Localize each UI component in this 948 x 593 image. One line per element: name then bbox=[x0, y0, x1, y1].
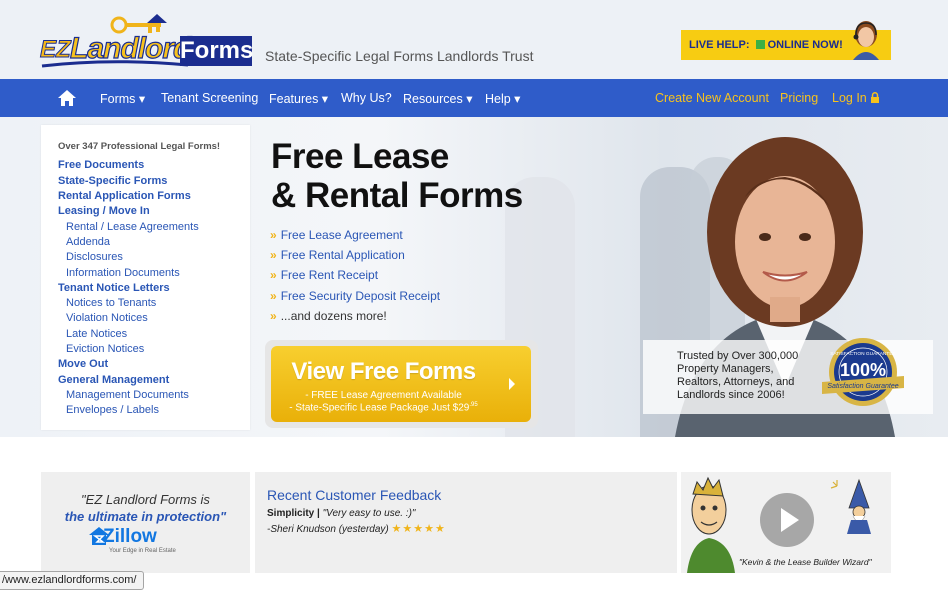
live-help-text: LIVE HELP: ONLINE NOW! bbox=[689, 39, 843, 51]
chevron-right-icon: » bbox=[270, 248, 277, 262]
tagline: State-Specific Legal Forms Landlords Tru… bbox=[265, 48, 534, 64]
trust-line1: Trusted by Over 300,000 bbox=[677, 350, 799, 362]
hero-title-line2: & Rental Forms bbox=[271, 176, 523, 215]
customer-feedback-panel: Recent Customer Feedback Simplicity | "V… bbox=[255, 472, 677, 573]
main-navigation: Forms ▾ Tenant Screening Features ▾ Why … bbox=[0, 79, 948, 117]
sidebar-notices-to-tenants[interactable]: Notices to Tenants bbox=[66, 297, 156, 309]
seal-percent: 100% bbox=[840, 360, 886, 380]
satisfaction-guarantee-seal: SATISFACTION GUARANTEE 100% Satisfaction… bbox=[822, 338, 904, 406]
sidebar-envelopes-labels[interactable]: Envelopes / Labels bbox=[66, 404, 159, 416]
sidebar-state-specific-forms[interactable]: State-Specific Forms bbox=[58, 175, 167, 187]
cta-line2-text: - State-Specific Lease Package Just $29 bbox=[289, 402, 470, 414]
cta-price-cents: .95 bbox=[469, 402, 478, 408]
nav-pricing[interactable]: Pricing bbox=[780, 91, 818, 105]
sidebar-management-documents[interactable]: Management Documents bbox=[66, 389, 189, 401]
zillow-tagline: Your Edge in Real Estate bbox=[109, 548, 176, 554]
view-free-forms-button[interactable]: View Free Forms - FREE Lease Agreement A… bbox=[271, 346, 531, 422]
chevron-right-icon: » bbox=[270, 309, 277, 323]
home-icon[interactable] bbox=[58, 90, 76, 106]
play-video-icon[interactable] bbox=[759, 492, 815, 548]
sidebar-information-documents[interactable]: Information Documents bbox=[66, 267, 180, 279]
nav-resources[interactable]: Resources ▾ bbox=[403, 91, 473, 106]
trust-line3: Realtors, Attorneys, and bbox=[677, 376, 795, 388]
nav-create-account[interactable]: Create New Account bbox=[655, 91, 769, 105]
sidebar-eviction-notices[interactable]: Eviction Notices bbox=[66, 343, 144, 355]
sidebar-violation-notices[interactable]: Violation Notices bbox=[66, 312, 148, 324]
browser-status-bar: /www.ezlandlordforms.com/ bbox=[0, 571, 144, 590]
zillow-testimonial: "EZ Landlord Forms is the ultimate in pr… bbox=[41, 472, 250, 573]
lock-icon bbox=[871, 92, 880, 103]
feedback-text: "Very easy to use. :)" bbox=[319, 508, 416, 519]
bullet-label: Free Rent Receipt bbox=[280, 268, 379, 282]
live-help-status: ONLINE NOW! bbox=[767, 39, 843, 51]
feedback-title[interactable]: Recent Customer Feedback bbox=[267, 487, 441, 503]
chevron-right-icon: » bbox=[270, 289, 277, 303]
feedback-comment: Simplicity | "Very easy to use. :)" bbox=[267, 508, 415, 519]
logo-forms: Forms bbox=[180, 36, 254, 66]
bullet-free-rental-application[interactable]: » Free Rental Application bbox=[270, 248, 405, 262]
feedback-subject: Simplicity | bbox=[267, 508, 320, 519]
sidebar-late-notices[interactable]: Late Notices bbox=[66, 328, 127, 340]
testimonial-quote-line2: the ultimate in protection" bbox=[64, 509, 227, 524]
feedback-author: -Sheri Knudson (yesterday) bbox=[267, 524, 389, 535]
sidebar-tenant-notice-letters[interactable]: Tenant Notice Letters bbox=[58, 282, 170, 294]
cta-line2: - State-Specific Lease Package Just $29.… bbox=[271, 402, 496, 413]
bullet-free-security-deposit-receipt[interactable]: » Free Security Deposit Receipt bbox=[270, 289, 440, 303]
bullet-label: Free Lease Agreement bbox=[280, 228, 403, 242]
nav-features[interactable]: Features ▾ bbox=[269, 91, 328, 106]
bullet-free-rent-receipt[interactable]: » Free Rent Receipt bbox=[270, 268, 378, 282]
sidebar-free-documents[interactable]: Free Documents bbox=[58, 159, 144, 171]
live-help-label: LIVE HELP: bbox=[689, 39, 750, 51]
sidebar-rental-application-forms[interactable]: Rental Application Forms bbox=[58, 190, 191, 202]
hero-title-line1: Free Lease bbox=[271, 137, 449, 176]
hero-title: Free Lease & Rental Forms bbox=[271, 137, 523, 215]
sidebar-rental-lease-agreements[interactable]: Rental / Lease Agreements bbox=[66, 221, 199, 233]
cta-line1: - FREE Lease Agreement Available bbox=[305, 390, 462, 401]
nav-why-us[interactable]: Why Us? bbox=[341, 91, 392, 105]
cta-title: View Free Forms bbox=[291, 358, 476, 385]
sidebar-move-out[interactable]: Move Out bbox=[58, 358, 108, 370]
nav-help[interactable]: Help ▾ bbox=[485, 91, 520, 106]
support-agent-icon bbox=[853, 21, 879, 60]
sidebar-general-management[interactable]: General Management bbox=[58, 374, 169, 386]
bullet-dozens-more: » ...and dozens more! bbox=[270, 309, 387, 323]
bullet-free-lease-agreement[interactable]: » Free Lease Agreement bbox=[270, 228, 403, 242]
bullet-label: Free Rental Application bbox=[280, 248, 405, 262]
site-header: EZ Landlord Forms State-Specific Legal F… bbox=[0, 0, 948, 79]
zillow-wordmark: Zillow bbox=[103, 526, 157, 547]
login-label: Log In bbox=[832, 91, 867, 105]
trust-line2: Property Managers, bbox=[677, 363, 774, 375]
arrow-right-icon bbox=[509, 378, 515, 390]
forms-sidebar: Over 347 Professional Legal Forms! Free … bbox=[41, 125, 250, 430]
live-help-button[interactable]: LIVE HELP: ONLINE NOW! bbox=[681, 21, 891, 60]
seal-top-text: SATISFACTION GUARANTEE bbox=[830, 351, 895, 357]
logo-swoosh bbox=[41, 60, 189, 68]
trust-line4: Landlords since 2006! bbox=[677, 389, 785, 401]
seal-band-text: Satisfaction Guarantee bbox=[827, 383, 898, 390]
sidebar-disclosures[interactable]: Disclosures bbox=[66, 251, 123, 263]
cta-frame: View Free Forms - FREE Lease Agreement A… bbox=[265, 340, 538, 428]
bullet-label: Free Security Deposit Receipt bbox=[280, 289, 441, 303]
sidebar-leasing-move-in[interactable]: Leasing / Move In bbox=[58, 205, 150, 217]
video-caption: "Kevin & the Lease Builder Wizard" bbox=[739, 557, 872, 567]
testimonial-quote-line1: "EZ Landlord Forms is bbox=[81, 492, 210, 507]
chevron-right-icon: » bbox=[270, 268, 277, 282]
feedback-author-line: -Sheri Knudson (yesterday) ★★★★★ bbox=[267, 522, 446, 535]
site-logo[interactable]: EZ Landlord Forms bbox=[40, 12, 254, 70]
bullet-label: ...and dozens more! bbox=[280, 309, 387, 323]
video-thumbnail[interactable]: "Kevin & the Lease Builder Wizard" bbox=[681, 472, 891, 573]
sidebar-addenda[interactable]: Addenda bbox=[66, 236, 110, 248]
nav-tenant-screening[interactable]: Tenant Screening bbox=[161, 91, 258, 105]
sidebar-heading: Over 347 Professional Legal Forms! bbox=[58, 141, 221, 152]
star-rating-icon: ★★★★★ bbox=[391, 523, 446, 535]
online-indicator-icon bbox=[755, 40, 765, 49]
chevron-right-icon: » bbox=[270, 228, 277, 242]
nav-login[interactable]: Log In bbox=[832, 91, 880, 105]
nav-forms[interactable]: Forms ▾ bbox=[100, 91, 145, 106]
